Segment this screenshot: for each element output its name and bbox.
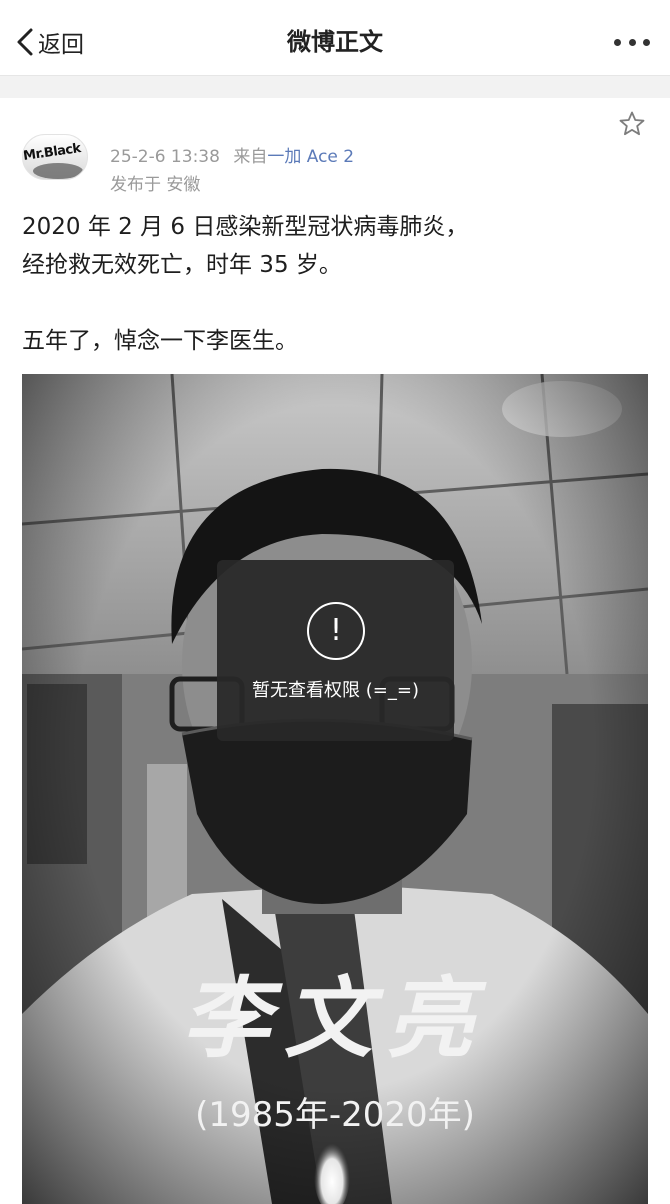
post-date: 25-2-6 13:38	[110, 147, 220, 167]
post-text-line: 经抢救无效死亡，时年 35 岁。	[22, 252, 342, 278]
warning-glyph: !	[329, 613, 343, 648]
source-prefix: 来自	[233, 147, 268, 167]
post-text-line: 五年了，悼念一下李医生。	[22, 328, 298, 354]
avatar-text: Mr.Black	[22, 141, 82, 164]
memorial-photo: 李文亮 (1985年-2020年)	[22, 374, 648, 1204]
top-navbar: 返回 微博正文	[0, 0, 670, 76]
source-device-link[interactable]: 一加 Ace 2	[267, 147, 354, 167]
post-location: 发布于 安徽	[110, 175, 201, 195]
post-image[interactable]: 李文亮 (1985年-2020年)	[22, 374, 648, 1204]
more-dot-icon	[628, 38, 636, 46]
image-caption-name: 李文亮	[182, 966, 488, 1070]
post-text-line: 2020 年 2 月 6 日感染新型冠状病毒肺炎，	[22, 214, 469, 240]
avatar-graphic	[33, 163, 83, 179]
no-permission-toast: ! 暂无查看权限 (=_=)	[217, 560, 454, 741]
star-icon[interactable]	[618, 110, 646, 138]
section-divider	[0, 76, 670, 98]
page-title: 微博正文	[287, 28, 383, 56]
post-meta: 25-2-6 13:38 来自一加 Ace 2	[110, 142, 354, 167]
post-text: 2020 年 2 月 6 日感染新型冠状病毒肺炎， 经抢救无效死亡，时年 35 …	[22, 208, 652, 360]
more-dot-icon	[614, 38, 621, 46]
warning-icon: !	[307, 602, 365, 660]
more-dot-icon	[643, 38, 650, 46]
no-permission-message: 暂无查看权限 (=_=)	[252, 680, 419, 701]
more-options-button[interactable]	[614, 28, 650, 56]
author-avatar[interactable]: Mr.Black	[22, 134, 88, 180]
image-caption-years: (1985年-2020年)	[195, 1095, 475, 1135]
